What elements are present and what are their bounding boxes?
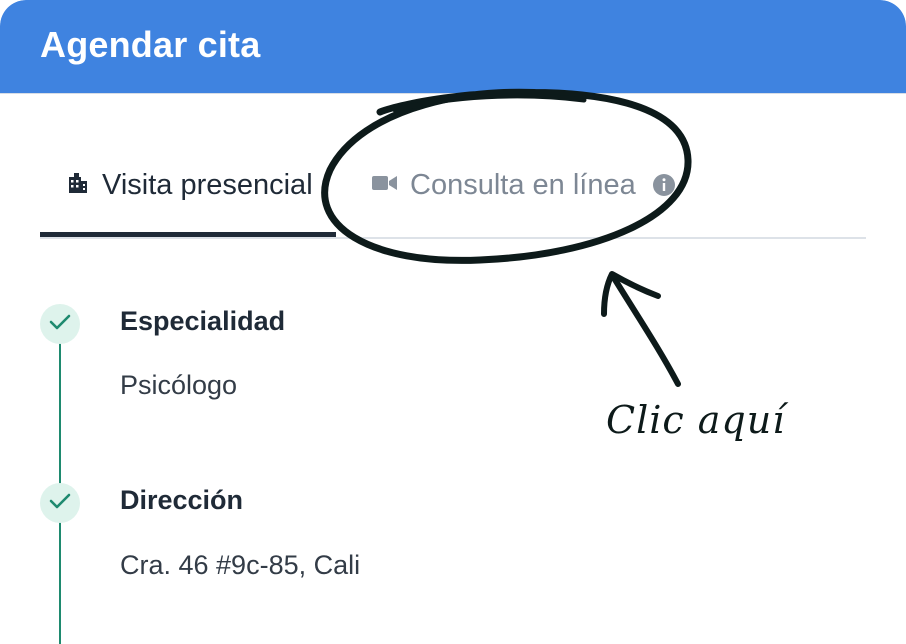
tab-label: Visita presencial	[102, 168, 313, 201]
tab-visita-presencial[interactable]: Visita presencial	[66, 160, 313, 210]
video-camera-icon	[372, 174, 398, 197]
annotation-arrow-head	[601, 271, 661, 317]
tabs-divider	[40, 237, 866, 239]
check-icon	[49, 492, 71, 515]
annotation-arrow-shaft	[611, 275, 681, 387]
step-value-direccion: Cra. 46 #9c-85, Cali	[120, 550, 361, 580]
appointment-card: Agendar cita Visita presencial Consulta …	[0, 0, 906, 644]
page-title: Agendar cita	[40, 24, 261, 65]
annotation-circle-overlap	[392, 93, 587, 113]
step-title-direccion: Dirección	[120, 485, 244, 515]
tab-label: Consulta en línea	[410, 168, 636, 201]
tab-consulta-en-linea[interactable]: Consulta en línea	[372, 160, 676, 210]
check-icon	[49, 313, 71, 336]
building-icon	[66, 171, 90, 200]
step-title-especialidad: Especialidad	[120, 306, 286, 336]
step-status	[40, 483, 80, 523]
step-status	[40, 304, 80, 344]
card-header: Agendar cita	[0, 0, 906, 94]
annotation-text: Clic aquí	[606, 398, 786, 442]
info-icon[interactable]	[652, 173, 676, 197]
active-tab-indicator	[40, 232, 336, 237]
step-value-especialidad: Psicólogo	[120, 370, 238, 400]
